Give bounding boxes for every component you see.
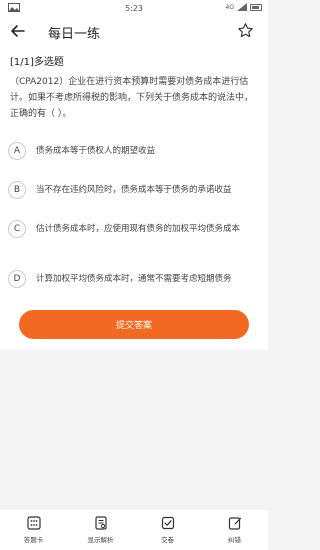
option-c[interactable]: C 估计债务成本时，应使用现有债务的加权平均债务成本 <box>8 220 260 238</box>
status-bar: 5:23 4G <box>0 0 268 16</box>
option-letter-circle: B <box>8 181 26 199</box>
tab-label: 纠错 <box>228 536 241 544</box>
star-icon[interactable] <box>237 22 254 39</box>
question-panel: [1/1]多选题 （CPA2012）企业在进行资本预算时需要对债务成本进行估计。… <box>0 46 268 350</box>
edit-icon <box>228 517 241 530</box>
option-d[interactable]: D 计算加权平均债务成本时，通常不需要考虑短期债务 <box>8 270 260 288</box>
option-b[interactable]: B 当不存在违约风险时，债务成本等于债务的承诺收益 <box>8 181 260 199</box>
tab-show-analysis[interactable]: 显示解析 <box>67 510 134 550</box>
image-icon <box>8 3 20 12</box>
option-text: 债务成本等于债权人的期望收益 <box>36 145 156 156</box>
option-letter-circle: A <box>8 142 26 160</box>
grid-icon <box>26 516 41 530</box>
tab-report-error[interactable]: 纠错 <box>201 510 268 550</box>
option-text: 当不存在违约风险时，债务成本等于债务的承诺收益 <box>36 184 232 195</box>
tab-label: 显示解析 <box>87 536 114 544</box>
option-letter-circle: D <box>8 270 26 288</box>
network-label: 4G <box>225 3 234 11</box>
document-icon <box>94 516 107 530</box>
bottom-toolbar: 答题卡 显示解析 交卷 纠错 <box>0 510 268 550</box>
tab-answer-card[interactable]: 答题卡 <box>0 510 67 550</box>
page-title: 每日一练 <box>48 27 101 42</box>
submit-answer-button[interactable]: 提交答案 <box>19 310 249 339</box>
option-text: 计算加权平均债务成本时，通常不需要考虑短期债务 <box>36 273 232 284</box>
status-time: 5:23 <box>125 3 143 13</box>
tab-submit-paper[interactable]: 交卷 <box>134 510 201 550</box>
tab-label: 答题卡 <box>23 536 44 544</box>
question-text: （CPA2012）企业在进行资本预算时需要对债务成本进行估计。如果不考虑所得税的… <box>10 77 254 119</box>
option-text: 估计债务成本时，应使用现有债务的加权平均债务成本 <box>36 223 241 234</box>
signal-icon <box>237 3 247 11</box>
option-a[interactable]: A 债务成本等于债权人的期望收益 <box>8 142 260 160</box>
app-header: 每日一练 <box>0 16 268 46</box>
check-icon <box>161 516 174 530</box>
back-arrow-icon[interactable] <box>10 23 26 39</box>
battery-icon <box>250 3 262 11</box>
option-letter-circle: C <box>8 220 26 238</box>
status-icons: 4G <box>226 3 262 11</box>
tab-label: 交卷 <box>161 536 174 544</box>
question-type-label: [1/1]多选题 <box>10 57 64 68</box>
